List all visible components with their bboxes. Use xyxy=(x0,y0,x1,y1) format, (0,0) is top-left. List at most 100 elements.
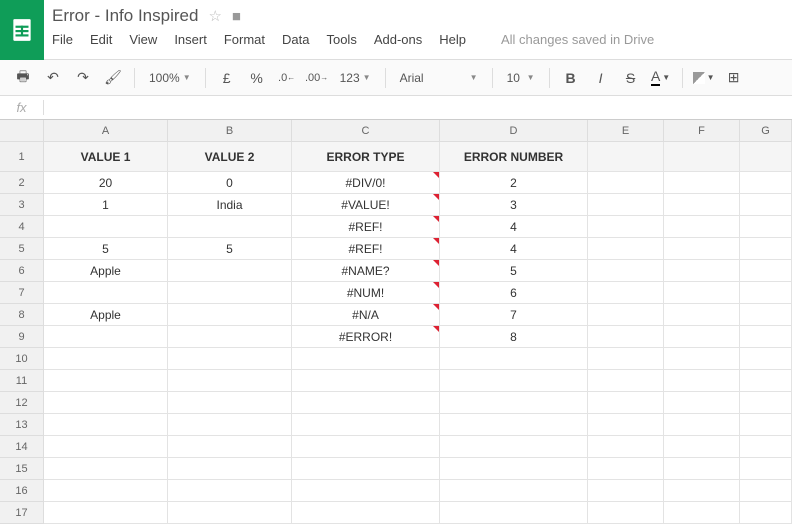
paint-format-icon[interactable]: 🖌 xyxy=(100,65,126,91)
row-header-12[interactable]: 12 xyxy=(0,392,44,414)
currency-button[interactable]: £ xyxy=(214,65,240,91)
cell-G5[interactable] xyxy=(740,238,792,260)
cell-D8[interactable]: 7 xyxy=(440,304,588,326)
cell-F15[interactable] xyxy=(664,458,740,480)
cell-E12[interactable] xyxy=(588,392,664,414)
print-icon[interactable]: 🖶 xyxy=(10,65,36,91)
row-header-8[interactable]: 8 xyxy=(0,304,44,326)
fill-color-button[interactable]: ▼ xyxy=(691,65,717,91)
cell-F8[interactable] xyxy=(664,304,740,326)
menu-help[interactable]: Help xyxy=(439,32,466,47)
col-header-E[interactable]: E xyxy=(588,120,664,142)
doc-title[interactable]: Error - Info Inspired xyxy=(52,6,198,26)
cell-F4[interactable] xyxy=(664,216,740,238)
row-header-15[interactable]: 15 xyxy=(0,458,44,480)
row-header-9[interactable]: 9 xyxy=(0,326,44,348)
row-header-6[interactable]: 6 xyxy=(0,260,44,282)
strike-button[interactable]: S xyxy=(618,65,644,91)
cell-A15[interactable] xyxy=(44,458,168,480)
cell-B7[interactable] xyxy=(168,282,292,304)
undo-icon[interactable]: ↶ xyxy=(40,65,66,91)
cell-F10[interactable] xyxy=(664,348,740,370)
cell-D16[interactable] xyxy=(440,480,588,502)
header-cell[interactable] xyxy=(588,142,664,172)
cell-C16[interactable] xyxy=(292,480,440,502)
cell-C8[interactable]: #N/A xyxy=(292,304,440,326)
cell-D9[interactable]: 8 xyxy=(440,326,588,348)
font-size-select[interactable]: 10▼ xyxy=(501,71,541,85)
cell-E11[interactable] xyxy=(588,370,664,392)
cell-A17[interactable] xyxy=(44,502,168,524)
cell-C9[interactable]: #ERROR! xyxy=(292,326,440,348)
cell-A5[interactable]: 5 xyxy=(44,238,168,260)
row-header-16[interactable]: 16 xyxy=(0,480,44,502)
menu-file[interactable]: File xyxy=(52,32,73,47)
cell-B15[interactable] xyxy=(168,458,292,480)
cell-G17[interactable] xyxy=(740,502,792,524)
cell-E6[interactable] xyxy=(588,260,664,282)
cell-G8[interactable] xyxy=(740,304,792,326)
row-header-2[interactable]: 2 xyxy=(0,172,44,194)
cell-F3[interactable] xyxy=(664,194,740,216)
cell-E3[interactable] xyxy=(588,194,664,216)
borders-button[interactable]: ⊞ xyxy=(721,65,747,91)
col-header-F[interactable]: F xyxy=(664,120,740,142)
cell-D17[interactable] xyxy=(440,502,588,524)
decrease-decimal-button[interactable]: .0← xyxy=(274,65,300,91)
cell-A4[interactable] xyxy=(44,216,168,238)
row-header-7[interactable]: 7 xyxy=(0,282,44,304)
cell-B2[interactable]: 0 xyxy=(168,172,292,194)
percent-button[interactable]: % xyxy=(244,65,270,91)
cell-E9[interactable] xyxy=(588,326,664,348)
cell-D6[interactable]: 5 xyxy=(440,260,588,282)
header-cell[interactable]: ERROR NUMBER xyxy=(440,142,588,172)
cell-A7[interactable] xyxy=(44,282,168,304)
cell-D12[interactable] xyxy=(440,392,588,414)
italic-button[interactable]: I xyxy=(588,65,614,91)
cell-D14[interactable] xyxy=(440,436,588,458)
cell-E10[interactable] xyxy=(588,348,664,370)
cell-A13[interactable] xyxy=(44,414,168,436)
cell-F6[interactable] xyxy=(664,260,740,282)
cell-F14[interactable] xyxy=(664,436,740,458)
col-header-B[interactable]: B xyxy=(168,120,292,142)
zoom-select[interactable]: 100%▼ xyxy=(143,71,197,85)
cell-F11[interactable] xyxy=(664,370,740,392)
row-header-17[interactable]: 17 xyxy=(0,502,44,524)
menu-addons[interactable]: Add-ons xyxy=(374,32,422,47)
text-color-button[interactable]: A▼ xyxy=(648,65,674,91)
cell-C4[interactable]: #REF! xyxy=(292,216,440,238)
row-header-3[interactable]: 3 xyxy=(0,194,44,216)
cell-B6[interactable] xyxy=(168,260,292,282)
cell-A9[interactable] xyxy=(44,326,168,348)
number-format-select[interactable]: 123▼ xyxy=(334,71,377,85)
row-header-13[interactable]: 13 xyxy=(0,414,44,436)
cell-E7[interactable] xyxy=(588,282,664,304)
col-header-G[interactable]: G xyxy=(740,120,792,142)
menu-edit[interactable]: Edit xyxy=(90,32,112,47)
cell-E13[interactable] xyxy=(588,414,664,436)
sheets-logo[interactable] xyxy=(0,0,44,60)
cell-G6[interactable] xyxy=(740,260,792,282)
cell-B11[interactable] xyxy=(168,370,292,392)
cell-A11[interactable] xyxy=(44,370,168,392)
row-header-11[interactable]: 11 xyxy=(0,370,44,392)
cell-D5[interactable]: 4 xyxy=(440,238,588,260)
menu-format[interactable]: Format xyxy=(224,32,265,47)
row-header-5[interactable]: 5 xyxy=(0,238,44,260)
cell-C10[interactable] xyxy=(292,348,440,370)
cell-C7[interactable]: #NUM! xyxy=(292,282,440,304)
col-header-C[interactable]: C xyxy=(292,120,440,142)
cell-G7[interactable] xyxy=(740,282,792,304)
cell-C11[interactable] xyxy=(292,370,440,392)
cell-A3[interactable]: 1 xyxy=(44,194,168,216)
row-header-4[interactable]: 4 xyxy=(0,216,44,238)
cell-E8[interactable] xyxy=(588,304,664,326)
cell-D4[interactable]: 4 xyxy=(440,216,588,238)
cell-E16[interactable] xyxy=(588,480,664,502)
menu-insert[interactable]: Insert xyxy=(174,32,207,47)
star-icon[interactable]: ☆ xyxy=(208,7,221,25)
cell-B8[interactable] xyxy=(168,304,292,326)
cell-A8[interactable]: Apple xyxy=(44,304,168,326)
cell-G9[interactable] xyxy=(740,326,792,348)
